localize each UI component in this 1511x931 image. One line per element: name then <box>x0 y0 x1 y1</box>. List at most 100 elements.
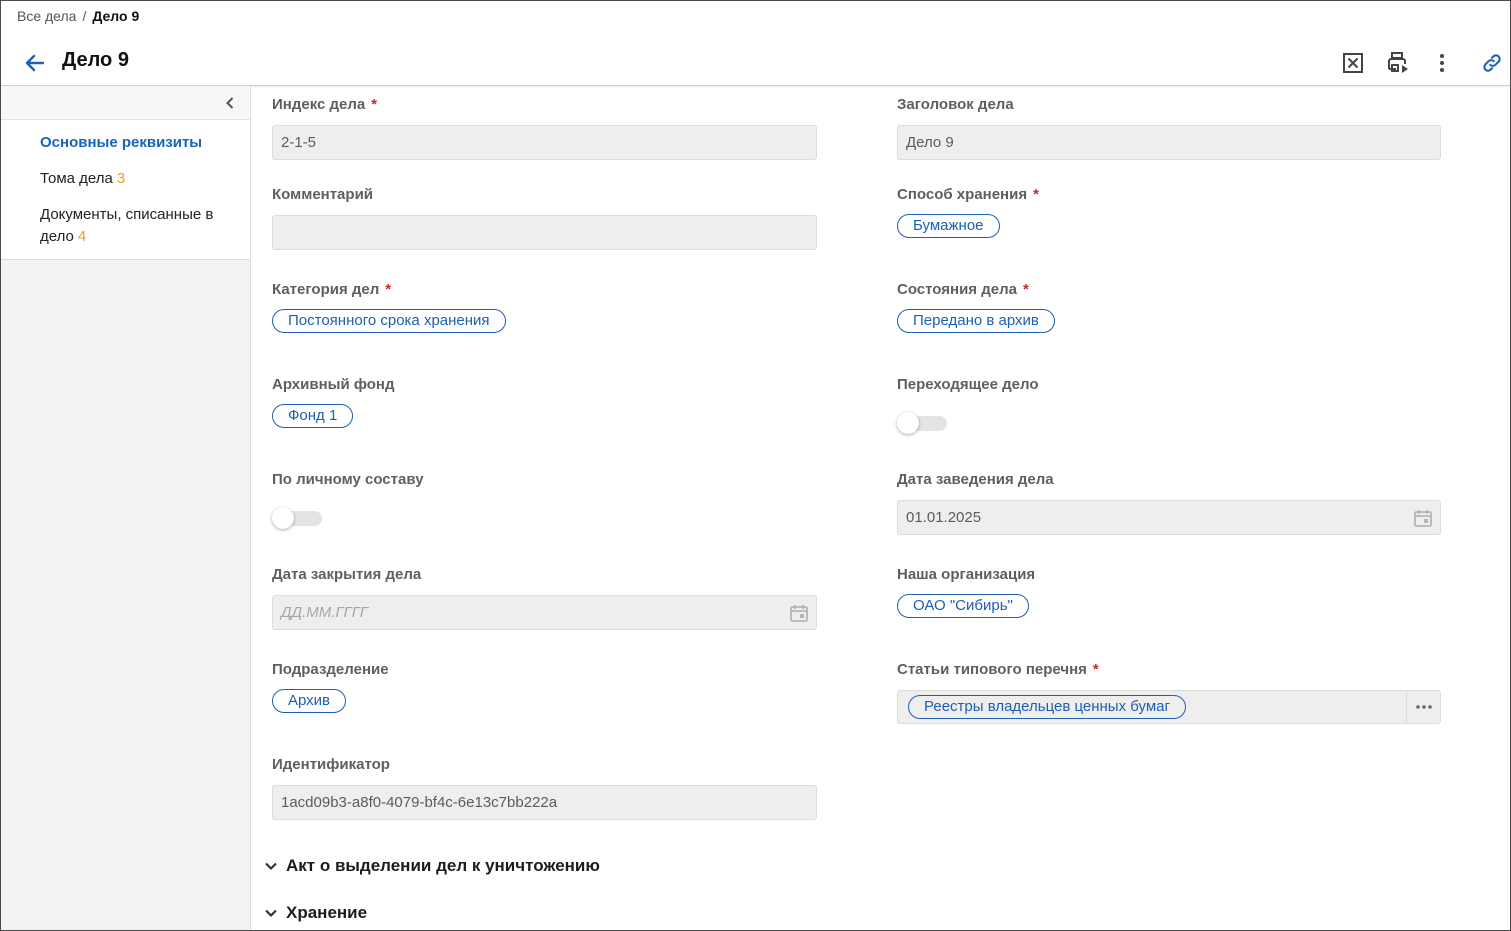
field-label: Дата заведения дела <box>897 471 1054 488</box>
field-open-date: Дата заведения дела 01.01.2025 <box>897 471 1441 535</box>
required-mark: * <box>1022 281 1029 298</box>
field-label: Категория дел * <box>272 281 817 299</box>
app-window: Все дела / Дело 9 Дело 9 Основные реквиз… <box>0 0 1511 931</box>
form-content: Индекс дела * 2-1-5 Комментарий Категория… <box>252 86 1510 930</box>
field-archive-fund: Архивный фонд Фонд 1 <box>272 376 817 428</box>
state-chip[interactable]: Передано в архив <box>897 309 1055 333</box>
field-label: Комментарий <box>272 186 374 203</box>
open-date-value: 01.01.2025 <box>906 509 982 526</box>
back-button[interactable] <box>21 49 49 77</box>
copy-link-button[interactable] <box>1476 47 1508 79</box>
arrow-left-icon <box>25 54 45 72</box>
title-bar: Дело 9 <box>1 41 1510 85</box>
identifier-value: 1acd09b3-a8f0-4079-bf4c-6e13c7bb222a <box>281 794 558 811</box>
archive-fund-chip[interactable]: Фонд 1 <box>272 404 354 428</box>
articles-input[interactable]: Реестры владельцев ценных бумаг <box>897 690 1441 724</box>
field-articles: Статьи типового перечня * Реестры владель… <box>897 661 1441 724</box>
index-input[interactable]: 2-1-5 <box>272 125 817 160</box>
field-label: Идентификатор <box>272 756 390 773</box>
field-label: Дата закрытия дела <box>272 566 422 583</box>
toggle-knob <box>272 507 294 529</box>
field-personnel: По личному составу <box>272 471 817 529</box>
field-index: Индекс дела * 2-1-5 <box>272 96 817 160</box>
field-category: Категория дел * Постоянного срока хранени… <box>272 281 817 333</box>
sidebar-collapse-row <box>1 86 250 120</box>
field-title: Заголовок дела Дело 9 <box>897 96 1441 160</box>
field-organization: Наша организация ОАО "Сибирь" <box>897 566 1441 618</box>
field-label: По личному составу <box>272 471 424 488</box>
field-label-text: Состояния дела <box>897 281 1017 298</box>
field-label: Состояния дела * <box>897 281 1441 299</box>
section-title: Акт о выделении дел к уничтожению <box>286 856 600 875</box>
chevron-down-icon <box>265 862 277 871</box>
sidebar-item-label: Документы, списанные в дело <box>40 206 214 245</box>
organization-chip[interactable]: ОАО "Сибирь" <box>897 594 1029 618</box>
field-department: Подразделение Архив <box>272 661 817 713</box>
field-close-date: Дата закрытия дела ДД.ММ.ГГГГ <box>272 566 817 630</box>
section-destruction-act[interactable]: Акт о выделении дел к уничтожению <box>264 853 600 879</box>
print-icon <box>1388 52 1408 73</box>
section-storage[interactable]: Хранение <box>264 900 367 926</box>
field-label: Архивный фонд <box>272 376 395 393</box>
field-label: Переходящее дело <box>897 376 1039 393</box>
required-mark: * <box>385 281 392 298</box>
more-vertical-icon <box>1440 54 1444 72</box>
sidebar: Основные реквизиты Тома дела 3 Документы,… <box>1 86 251 930</box>
index-value: 2-1-5 <box>281 134 317 151</box>
articles-select-button[interactable] <box>1406 691 1440 723</box>
category-chip[interactable]: Постоянного срока хранения <box>272 309 506 333</box>
chevron-down-icon <box>265 909 277 918</box>
field-transitional: Переходящее дело <box>897 376 1441 434</box>
sidebar-item-count: 4 <box>77 228 87 245</box>
sidebar-item-count: 3 <box>116 170 126 187</box>
field-label-text: Категория дел <box>272 281 380 298</box>
required-mark: * <box>1033 186 1039 203</box>
breadcrumb-current: Дело 9 <box>92 8 140 24</box>
required-mark: * <box>371 96 378 113</box>
print-button[interactable] <box>1382 47 1414 79</box>
field-label-text: Индекс дела <box>272 96 366 113</box>
close-date-placeholder: ДД.ММ.ГГГГ <box>281 604 369 621</box>
toggle-knob <box>897 412 919 434</box>
sidebar-item-main-details[interactable]: Основные реквизиты <box>1 125 250 161</box>
sidebar-item-documents[interactable]: Документы, списанные в дело 4 <box>1 197 250 255</box>
required-mark: * <box>1092 661 1099 678</box>
close-button[interactable] <box>1337 47 1369 79</box>
chevron-left-icon <box>226 97 234 109</box>
sidebar-nav: Основные реквизиты Тома дела 3 Документы,… <box>1 120 250 259</box>
title-input[interactable]: Дело 9 <box>897 125 1441 160</box>
close-date-input[interactable]: ДД.ММ.ГГГГ <box>272 595 817 630</box>
open-date-input[interactable]: 01.01.2025 <box>897 500 1441 535</box>
more-options-button[interactable] <box>1426 47 1458 79</box>
department-chip[interactable]: Архив <box>272 689 347 713</box>
transitional-toggle[interactable] <box>897 412 947 434</box>
field-label: Наша организация <box>897 566 1036 583</box>
storage-method-chip[interactable]: Бумажное <box>897 214 1000 238</box>
link-icon <box>1483 54 1501 72</box>
comment-input[interactable] <box>272 215 817 250</box>
close-box-icon <box>1343 53 1363 73</box>
breadcrumb-root-link[interactable]: Все дела <box>17 8 76 24</box>
sidebar-item-label: Тома дела <box>40 170 113 187</box>
calendar-icon[interactable] <box>789 603 809 623</box>
field-label: Способ хранения * <box>897 186 1441 204</box>
breadcrumb: Все дела / Дело 9 <box>17 8 139 24</box>
calendar-icon[interactable] <box>1413 508 1433 528</box>
identifier-input[interactable]: 1acd09b3-a8f0-4079-bf4c-6e13c7bb222a <box>272 785 817 820</box>
more-horizontal-icon <box>1415 705 1432 709</box>
field-comment: Комментарий <box>272 186 817 250</box>
collapse-sidebar-button[interactable] <box>220 93 240 113</box>
field-identifier: Идентификатор 1acd09b3-a8f0-4079-bf4c-6e… <box>272 756 817 820</box>
field-storage-method: Способ хранения * Бумажное <box>897 186 1441 238</box>
field-label: Статьи типового перечня * <box>897 661 1441 679</box>
field-label-text: Статьи типового перечня <box>897 661 1087 678</box>
page-title: Дело 9 <box>62 49 129 71</box>
personnel-toggle[interactable] <box>272 507 322 529</box>
sidebar-item-label: Основные реквизиты <box>40 134 203 151</box>
section-title: Хранение <box>286 903 368 922</box>
articles-chip[interactable]: Реестры владельцев ценных бумаг <box>908 695 1186 719</box>
field-label-text: Способ хранения <box>897 186 1028 203</box>
field-label: Подразделение <box>272 661 389 678</box>
sidebar-item-volumes[interactable]: Тома дела 3 <box>1 161 250 197</box>
field-label: Индекс дела * <box>272 96 817 114</box>
